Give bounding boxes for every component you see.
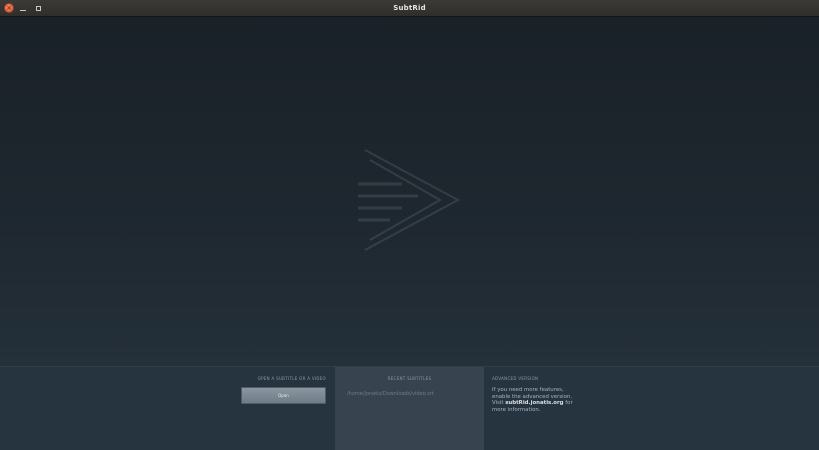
title-bar[interactable]: × SubtRid <box>0 0 819 17</box>
advanced-link[interactable]: subtRid.jonatis.org <box>505 400 563 406</box>
advanced-line-1: If you need more features, <box>492 387 564 393</box>
window-title: SubtRid <box>393 4 426 12</box>
drop-zone[interactable] <box>0 17 819 366</box>
advanced-line-3: Visit subtRid.jonatis.org for <box>492 400 632 407</box>
open-section-title: OPEN A SUBTITLE OR A VIDEO <box>257 376 326 381</box>
advanced-line-2: enable the advanced version. <box>492 393 573 400</box>
advanced-version-panel: ADVANCED VERSION If you need more featur… <box>492 367 632 450</box>
advanced-section-title: ADVANCED VERSION <box>492 376 539 381</box>
recent-subtitle-item[interactable]: /home/jonatis/Downloads/video.srt <box>347 391 434 397</box>
bottom-panel: OPEN A SUBTITLE OR A VIDEO Open RECENT S… <box>0 366 819 450</box>
advanced-line-4: more information. <box>492 406 541 413</box>
app-window: × SubtRid OPEN A SUBTITLE OR A VIDEO Ope… <box>0 0 819 450</box>
open-button[interactable]: Open <box>241 387 326 404</box>
recent-section-title: RECENT SUBTITLES <box>387 376 432 381</box>
visit-suffix: for <box>563 400 573 407</box>
advanced-description: If you need more features, enable the ad… <box>492 387 632 413</box>
subtitle-arrow-logo-icon <box>358 149 461 251</box>
visit-prefix: Visit <box>492 400 506 407</box>
recent-subtitles-panel: RECENT SUBTITLES /home/jonatis/Downloads… <box>335 367 484 450</box>
